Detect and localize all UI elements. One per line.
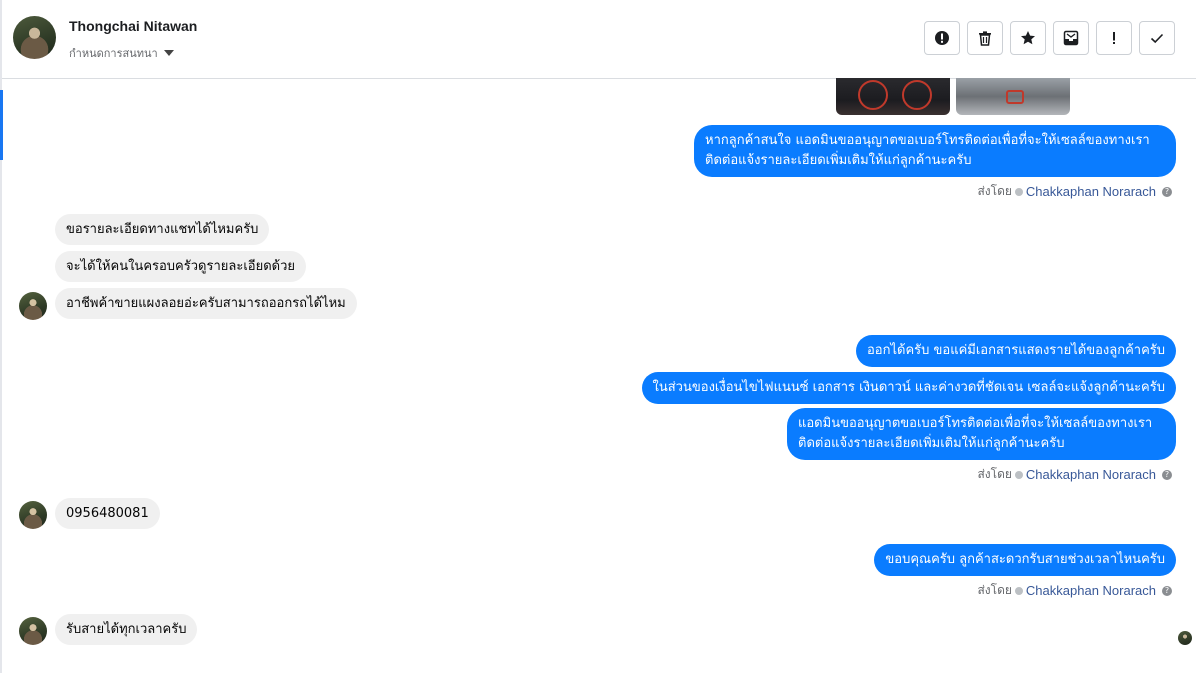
alert-circle-icon xyxy=(935,31,949,45)
star-icon xyxy=(1021,31,1035,45)
exclamation-icon xyxy=(1113,32,1115,44)
delete-button[interactable] xyxy=(967,21,1003,55)
sent-by-info: ส่งโดย Chakkaphan Norarach ? xyxy=(977,465,1172,484)
outgoing-message[interactable]: ขอบคุณครับ ลูกค้าสะดวกรับสายช่วงเวลาไหนค… xyxy=(874,544,1176,576)
message-text-line: แอดมินขออนุญาตขอเบอร์โทรติดต่อเพื่อที่จะ… xyxy=(798,416,1153,431)
verified-icon xyxy=(1014,187,1023,196)
conversation-menu-label: กำหนดการสนทนา xyxy=(69,47,158,60)
gauge-graphic xyxy=(858,80,888,110)
sender-name[interactable]: Chakkaphan Norarach xyxy=(1026,583,1156,598)
trash-icon xyxy=(979,31,991,46)
outgoing-message[interactable]: แอดมินขออนุญาตขอเบอร์โทรติดต่อเพื่อที่จะ… xyxy=(787,408,1176,460)
contact-avatar-small[interactable] xyxy=(19,617,47,645)
sender-name[interactable]: Chakkaphan Norarach xyxy=(1026,184,1156,199)
incoming-message[interactable]: อาชีพค้าขายแผงลอยอ่ะครับสามารถออกรถได้ไห… xyxy=(55,288,357,319)
message-text-line: ติดต่อแจ้งรายละเอียดเพิ่มเติมให้แก่ลูกค้… xyxy=(798,436,1065,451)
gauge-graphic xyxy=(902,80,932,110)
help-icon[interactable]: ? xyxy=(1162,585,1172,596)
incoming-message[interactable]: ขอรายละเอียดทางแชทได้ไหมครับ xyxy=(55,214,270,245)
help-icon[interactable]: ? xyxy=(1162,469,1172,480)
car-engine-photo[interactable] xyxy=(956,78,1070,115)
incoming-message[interactable]: จะได้ให้คนในครอบครัวดูรายละเอียดด้วย xyxy=(55,251,306,282)
envelope-icon xyxy=(1063,30,1079,46)
contact-avatar[interactable] xyxy=(13,16,56,59)
conversation-toolbar xyxy=(924,21,1175,55)
caret-down-icon xyxy=(163,50,174,56)
car-dashboard-photo[interactable] xyxy=(836,78,950,115)
mark-important-button[interactable] xyxy=(1096,21,1132,55)
outgoing-message[interactable]: หากลูกค้าสนใจ แอดมินขออนุญาตขอเบอร์โทรติ… xyxy=(694,125,1176,177)
incoming-message[interactable]: รับสายได้ทุกเวลาครับ xyxy=(55,614,198,645)
sent-by-prefix: ส่งโดย xyxy=(977,467,1012,481)
sent-by-info: ส่งโดย Chakkaphan Norarach ? xyxy=(977,182,1172,201)
car-emblem-graphic xyxy=(1006,90,1024,104)
incoming-message[interactable]: 0956480081 xyxy=(55,498,160,529)
contact-avatar-small[interactable] xyxy=(19,501,47,529)
outgoing-message[interactable]: ในส่วนของเงื่อนไขไฟแนนซ์ เอกสาร เงินดาวน… xyxy=(641,372,1176,404)
help-icon[interactable]: ? xyxy=(1162,186,1172,197)
contact-avatar-small[interactable] xyxy=(19,292,47,320)
verified-icon xyxy=(1014,586,1023,595)
conversation-header: Thongchai Nitawan กำหนดการสนทนา xyxy=(2,0,1196,79)
sent-by-info: ส่งโดย Chakkaphan Norarach ? xyxy=(977,581,1172,600)
star-button[interactable] xyxy=(1010,21,1046,55)
sent-by-prefix: ส่งโดย xyxy=(977,583,1012,597)
mark-done-button[interactable] xyxy=(1139,21,1175,55)
contact-name[interactable]: Thongchai Nitawan xyxy=(69,18,197,34)
report-spam-button[interactable] xyxy=(924,21,960,55)
message-text-line: ติดต่อแจ้งรายละเอียดเพิ่มเติมให้แก่ลูกค้… xyxy=(705,153,972,168)
outgoing-message[interactable]: ออกได้ครับ ขอแค่มีเอกสารแสดงรายได้ของลูก… xyxy=(856,335,1176,367)
checkmark-icon xyxy=(1150,33,1164,44)
seen-indicator-avatar xyxy=(1178,631,1192,645)
mark-unread-button[interactable] xyxy=(1053,21,1089,55)
sender-name[interactable]: Chakkaphan Norarach xyxy=(1026,467,1156,482)
active-thread-indicator xyxy=(0,90,3,160)
sent-by-prefix: ส่งโดย xyxy=(977,184,1012,198)
message-text-line: หากลูกค้าสนใจ แอดมินขออนุญาตขอเบอร์โทรติ… xyxy=(705,133,1150,148)
verified-icon xyxy=(1014,470,1023,479)
conversation-menu[interactable]: กำหนดการสนทนา xyxy=(69,44,174,62)
